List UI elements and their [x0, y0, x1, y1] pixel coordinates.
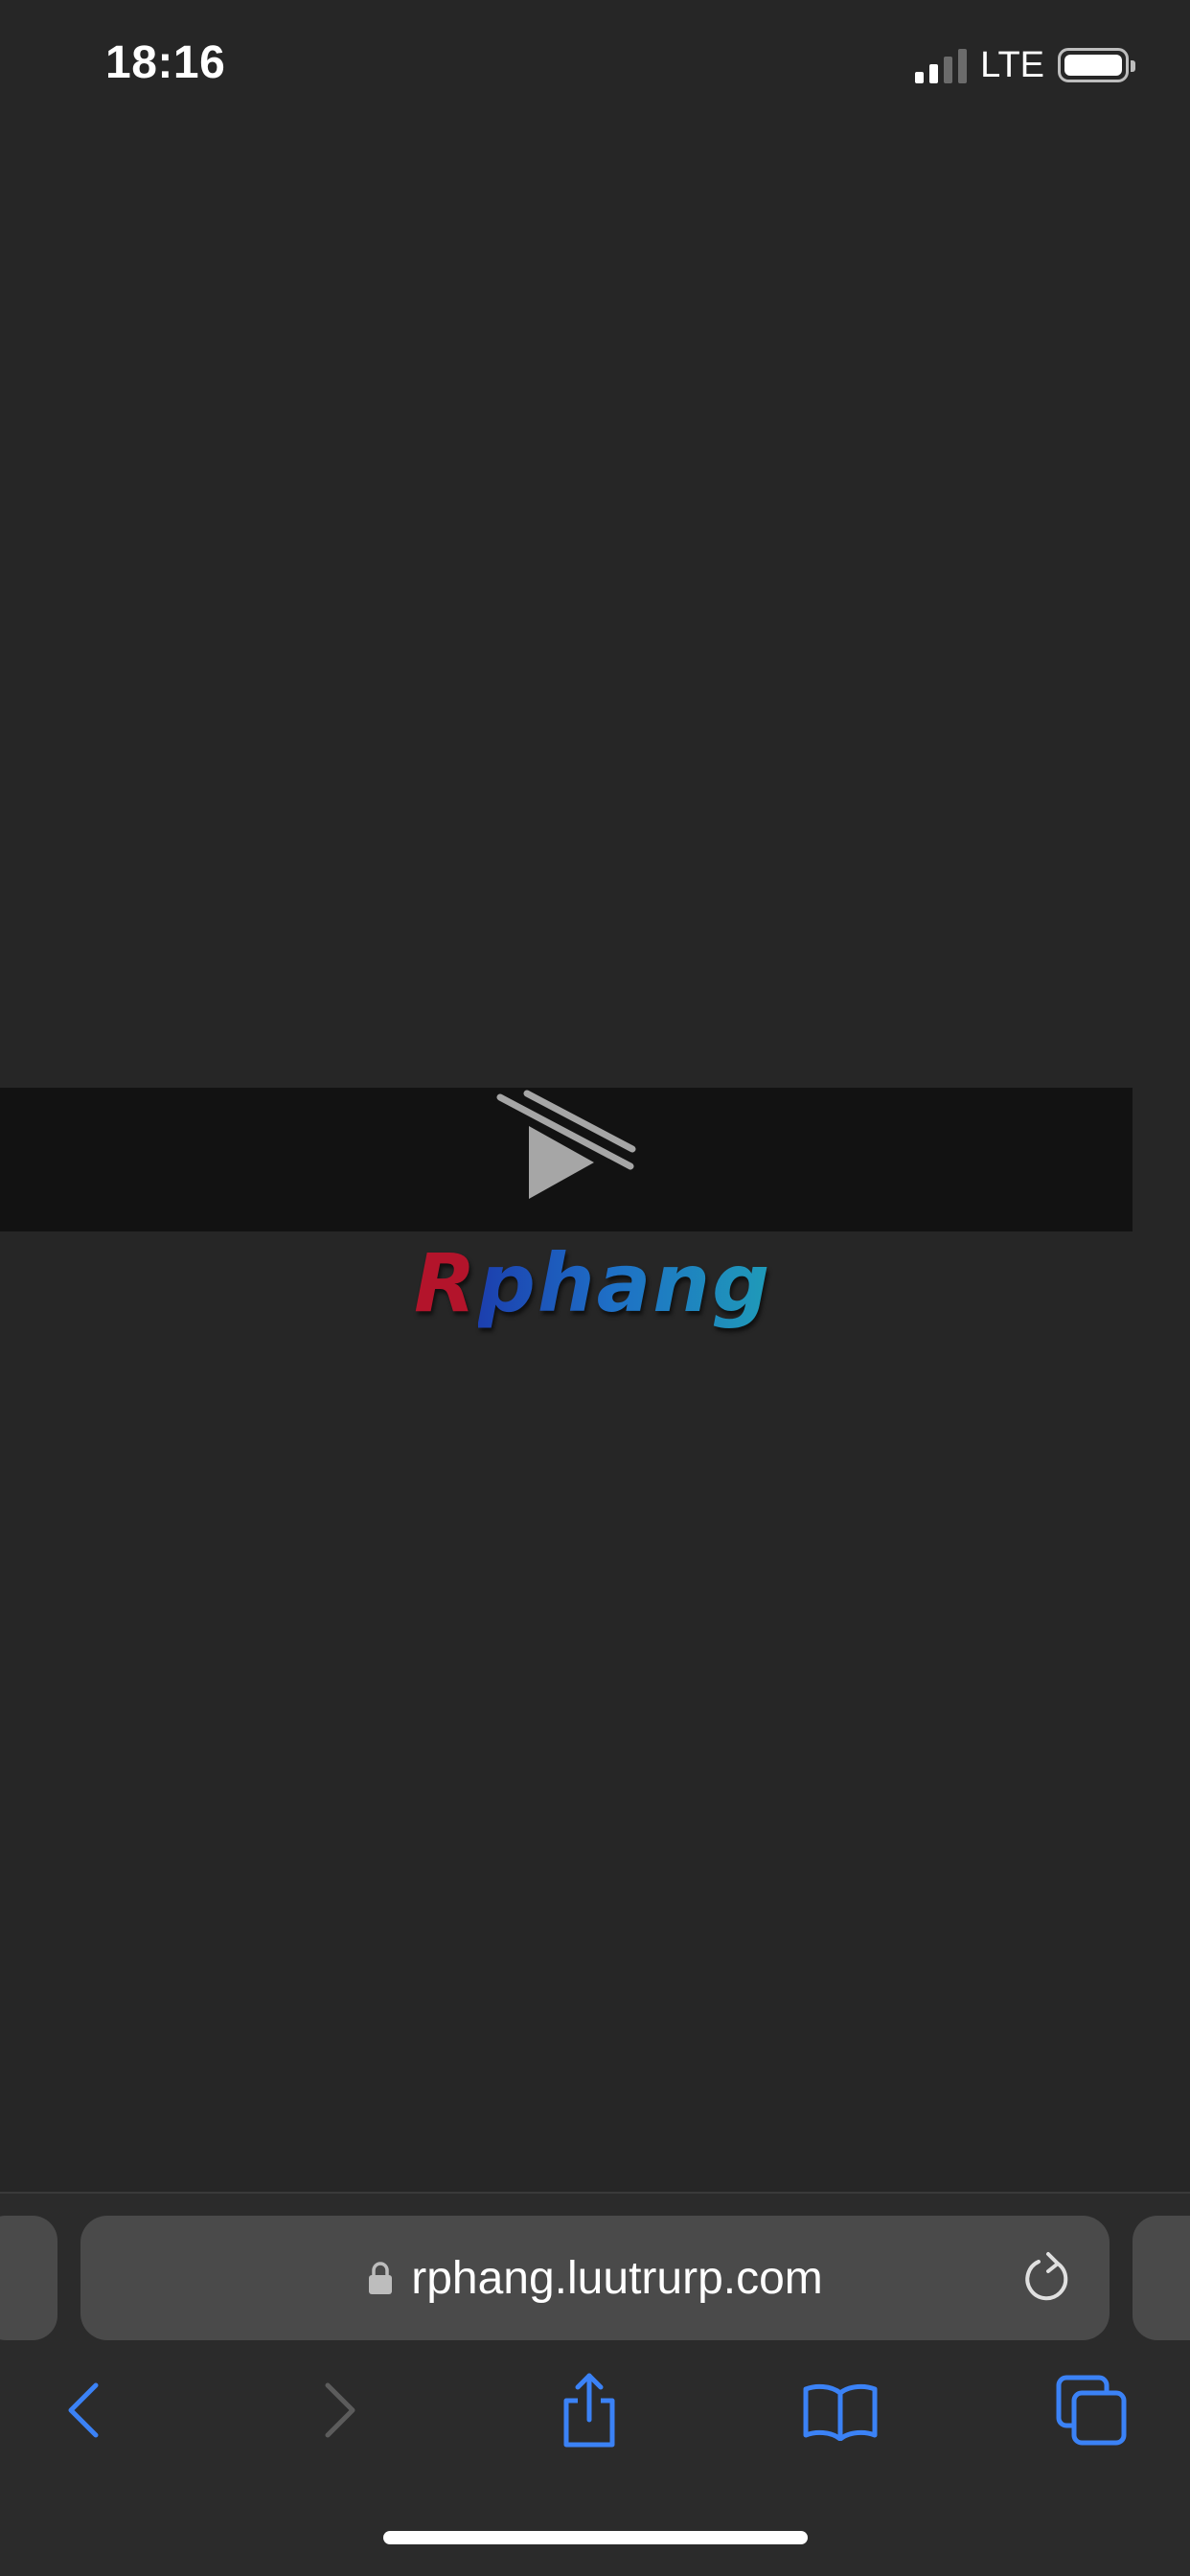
chevron-right-icon: [325, 2382, 355, 2438]
signal-strength-icon: [915, 47, 968, 83]
logo-text-phang: phang: [477, 1236, 772, 1330]
navigation-row: [0, 2367, 1190, 2463]
battery-icon: [1058, 48, 1135, 82]
share-icon: [563, 2373, 615, 2448]
book-icon: [803, 2383, 878, 2441]
status-time: 18:16: [105, 37, 226, 88]
address-bar[interactable]: rphang.luutrurp.com: [80, 2216, 1110, 2340]
browser-screen: 18:16 LTE Rphang rphang.luutrurp.com: [0, 0, 1190, 2576]
logo-letter-r: R: [414, 1236, 478, 1330]
next-tab-preview[interactable]: [1133, 2216, 1190, 2340]
chevron-left-icon: [68, 2382, 99, 2438]
previous-tab-preview[interactable]: [0, 2216, 57, 2340]
site-logo: Rphang: [414, 1236, 778, 1332]
tabs-icon: [1056, 2375, 1127, 2446]
status-indicators: LTE: [915, 42, 1135, 88]
tabs-button[interactable]: [1048, 2367, 1134, 2453]
forward-button[interactable]: [297, 2367, 383, 2453]
play-disabled-icon[interactable]: [489, 1088, 652, 1203]
lock-icon: [369, 2262, 393, 2294]
network-type: LTE: [980, 44, 1044, 85]
reload-icon[interactable]: [1019, 2250, 1073, 2308]
back-button[interactable]: [40, 2367, 126, 2453]
bookmarks-button[interactable]: [797, 2367, 883, 2453]
home-indicator[interactable]: [383, 2531, 808, 2544]
share-button[interactable]: [546, 2367, 632, 2453]
url-text[interactable]: rphang.luutrurp.com: [411, 2252, 823, 2305]
